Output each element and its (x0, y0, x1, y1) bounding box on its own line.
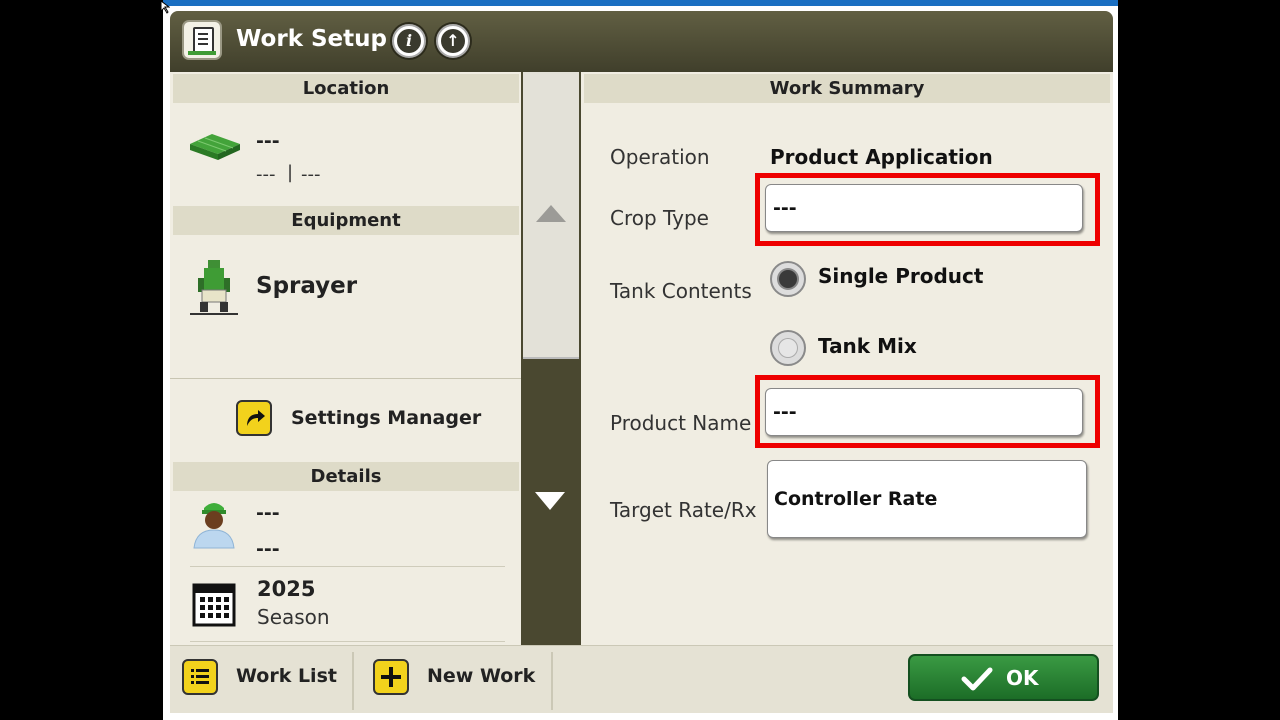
work-setup-app-icon (182, 20, 222, 60)
checkmark-icon (961, 667, 993, 691)
product-name-label: Product Name (610, 411, 752, 435)
location-name: --- (256, 130, 280, 152)
details-divider-2 (190, 641, 505, 642)
bottom-toolbar: Work List New Work OK (170, 645, 1113, 713)
work-summary-panel: Work Summary Operation Product Applicati… (581, 72, 1113, 645)
work-list-button[interactable]: Work List (170, 646, 352, 713)
product-name-field[interactable]: --- (765, 388, 1083, 436)
upload-button[interactable]: ↑ (436, 24, 470, 58)
toolbar-divider (352, 652, 354, 710)
location-farm: --- (301, 164, 321, 185)
new-work-label: New Work (427, 665, 536, 687)
work-summary-header: Work Summary (584, 74, 1110, 103)
arrow-up-icon: ↑ (441, 29, 465, 53)
operator-icon (193, 503, 235, 549)
field-icon (190, 134, 240, 160)
ok-label: OK (1006, 666, 1039, 690)
list-icon (182, 659, 218, 695)
radio-single-product[interactable]: Single Product (770, 257, 1030, 303)
crop-type-field[interactable]: --- (765, 184, 1083, 232)
operation-value: Product Application (770, 145, 993, 169)
info-button[interactable]: i (392, 24, 426, 58)
single-product-label: Single Product (818, 264, 984, 288)
equipment-header: Equipment (173, 206, 519, 235)
title-bar: Work Setup i ↑ (170, 11, 1113, 72)
top-blue-strip (163, 0, 1118, 6)
tank-mix-label: Tank Mix (818, 334, 917, 358)
location-client: --- (256, 164, 276, 185)
share-arrow-icon (236, 400, 272, 436)
equipment-row[interactable]: Sprayer (170, 236, 521, 376)
crop-type-label: Crop Type (610, 206, 709, 230)
new-work-button[interactable]: New Work (356, 646, 551, 713)
triangle-up-icon (536, 205, 566, 222)
operator-row[interactable]: --- --- (170, 492, 521, 566)
info-icon: i (397, 29, 421, 53)
ok-button[interactable]: OK (908, 654, 1099, 701)
left-scrollbar[interactable] (521, 72, 581, 645)
location-separator: | (287, 162, 294, 183)
season-row[interactable]: 2025 Season (170, 567, 521, 641)
details-header: Details (173, 462, 519, 491)
target-rate-label: Target Rate/Rx (610, 498, 757, 522)
window-title: Work Setup (236, 26, 387, 52)
sprayer-icon (190, 260, 238, 315)
radio-tank-mix[interactable]: Tank Mix (770, 326, 1030, 372)
equipment-name: Sprayer (256, 273, 358, 299)
season-year: 2025 (257, 577, 316, 601)
location-row[interactable]: --- --- | --- (170, 104, 521, 204)
operator-id: --- (256, 538, 280, 560)
triangle-down-icon[interactable] (535, 492, 565, 510)
season-label: Season (257, 605, 330, 629)
location-header: Location (173, 74, 519, 103)
radio-selected-icon (770, 261, 806, 297)
settings-manager-button[interactable]: Settings Manager (170, 379, 521, 457)
operation-label: Operation (610, 145, 710, 169)
tank-contents-label: Tank Contents (610, 279, 752, 303)
toolbar-divider-2 (551, 652, 553, 710)
settings-manager-label: Settings Manager (291, 407, 482, 429)
mouse-cursor-icon (160, 0, 170, 14)
scroll-up-button[interactable] (523, 72, 579, 359)
calendar-icon (192, 583, 236, 627)
plus-icon (373, 659, 409, 695)
display-screen: Work Setup i ↑ Location --- --- | --- Eq… (163, 0, 1118, 720)
work-list-label: Work List (236, 665, 337, 687)
left-panel: Location --- --- | --- Equipment Sprayer… (170, 72, 521, 645)
operator-name: --- (256, 502, 280, 524)
radio-unselected-icon (770, 330, 806, 366)
target-rate-field[interactable]: Controller Rate (767, 460, 1087, 538)
work-setup-window: Work Setup i ↑ Location --- --- | --- Eq… (170, 11, 1113, 713)
